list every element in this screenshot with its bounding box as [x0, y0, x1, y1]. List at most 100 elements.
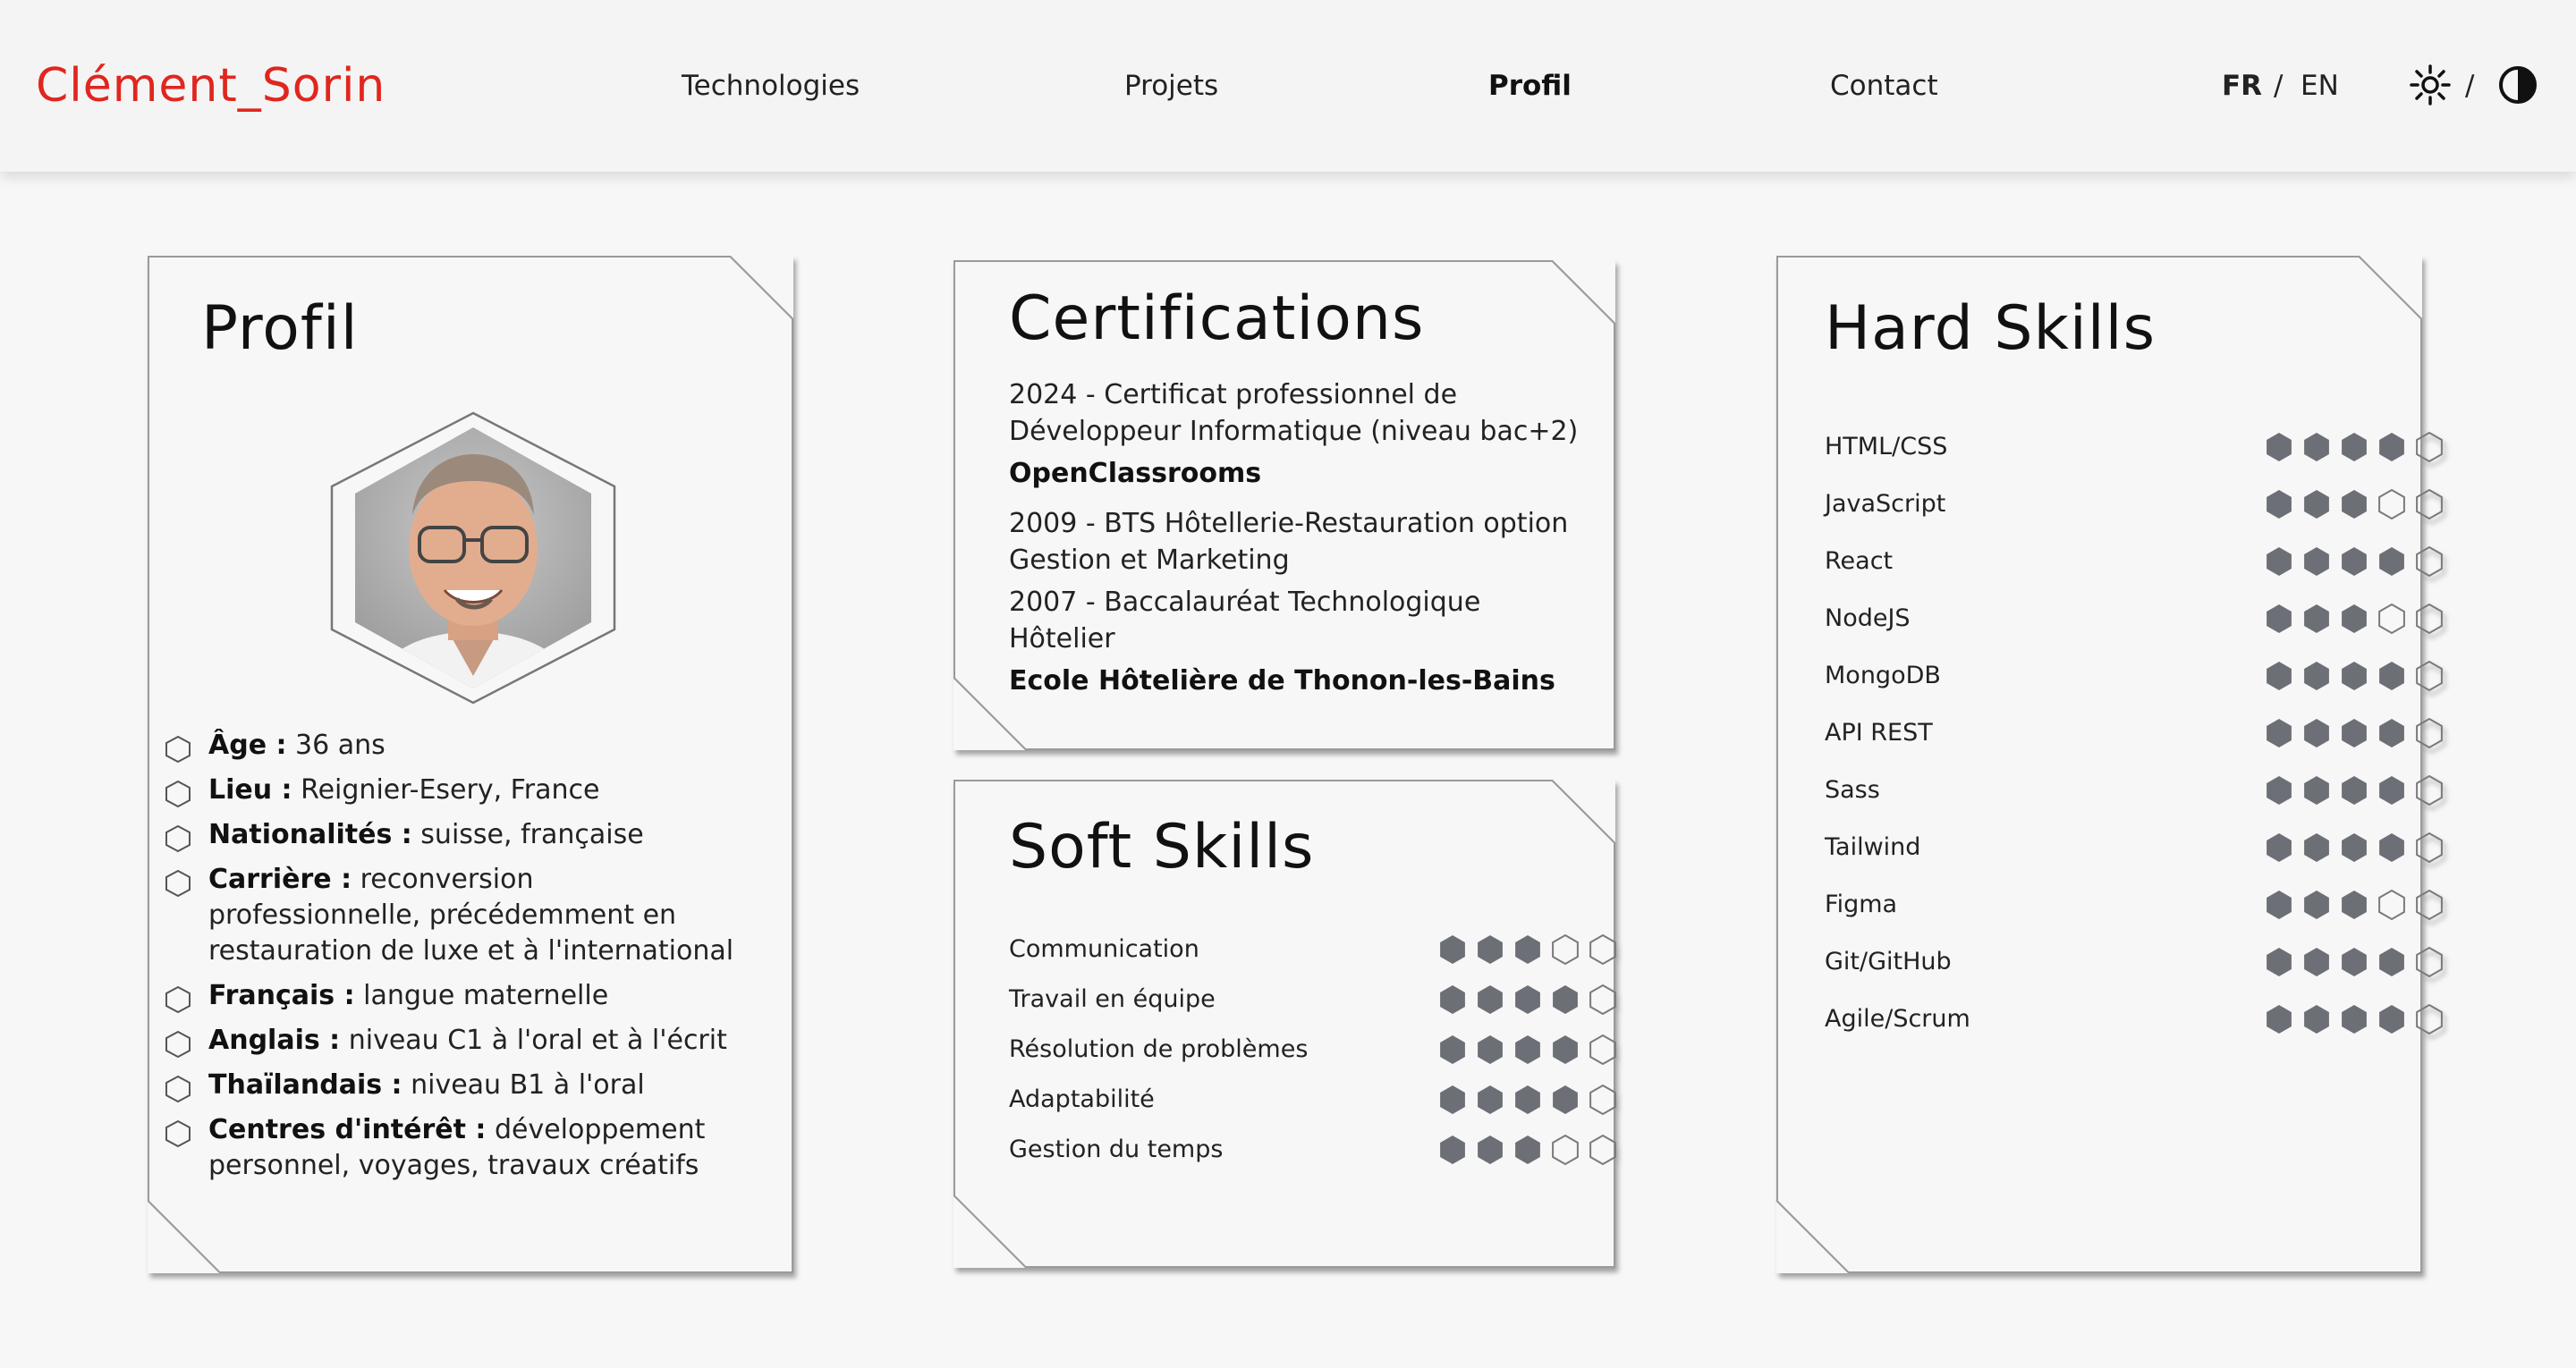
- item-label: Nationalités :: [208, 819, 412, 850]
- rating-dot-empty: [2378, 488, 2405, 520]
- rating-dot-filled: [1478, 935, 1503, 964]
- skill-label: Git/GitHub: [1825, 948, 1952, 975]
- rating-dot-empty: [2378, 889, 2405, 921]
- item-label: Anglais :: [208, 1025, 341, 1056]
- skill-row: Figma: [1825, 887, 2443, 923]
- rating-dot-filled: [2342, 662, 2367, 690]
- rating-dot-filled: [1553, 1035, 1578, 1064]
- item-label: Lieu :: [208, 774, 292, 806]
- rating-dot-empty: [1589, 933, 1616, 966]
- rating-dot-filled: [2379, 776, 2404, 805]
- skill-label: HTML/CSS: [1825, 433, 1948, 460]
- skill-label: Sass: [1825, 776, 1880, 804]
- hexagon-bullet-icon: [165, 1030, 191, 1059]
- skill-label: Figma: [1825, 891, 1898, 918]
- theme-separator: /: [2465, 70, 2475, 102]
- skill-row: API REST: [1825, 715, 2443, 751]
- rating-dot-filled: [2304, 433, 2329, 461]
- skill-label: MongoDB: [1825, 662, 1941, 689]
- nav-contact[interactable]: Contact: [1830, 64, 1938, 107]
- profile-details: Âge : 36 ans Lieu : Reignier-Esery, Fran…: [164, 728, 754, 1193]
- skill-label: Résolution de problèmes: [1009, 1035, 1309, 1063]
- skill-row: MongoDB: [1825, 658, 2443, 694]
- rating-dot-filled: [2304, 719, 2329, 747]
- skill-rating: [2267, 603, 2443, 635]
- skill-label: Gestion du temps: [1009, 1136, 1224, 1163]
- certification-org: OpenClassrooms: [1009, 458, 1262, 489]
- certification-entry: 2007 - Baccalauréat Technologique Hôteli…: [1009, 584, 1555, 699]
- skill-label: React: [1825, 547, 1894, 575]
- rating-dot-filled: [1515, 935, 1540, 964]
- contrast-icon[interactable]: [2497, 64, 2538, 106]
- nav-projets[interactable]: Projets: [1124, 64, 1218, 107]
- lang-separator: /: [2274, 70, 2284, 102]
- list-item: Carrière : reconversion professionnelle,…: [164, 862, 754, 969]
- rating-dot-filled: [2342, 547, 2367, 576]
- rating-dot-empty: [2416, 832, 2443, 864]
- item-value: langue maternelle: [363, 980, 609, 1011]
- skill-row: Git/GitHub: [1825, 944, 2443, 980]
- rating-dot-empty: [2416, 603, 2443, 635]
- skill-label: JavaScript: [1825, 490, 1946, 518]
- rating-dot-filled: [2379, 662, 2404, 690]
- profile-card: Profil Âge: 36 ans Lieu: Reignier-Eser…: [148, 256, 793, 1273]
- item-label: Français :: [208, 980, 355, 1011]
- rating-dot-filled: [2267, 1005, 2292, 1034]
- hexagon-bullet-icon: [165, 735, 191, 764]
- rating-dot-filled: [1478, 985, 1503, 1014]
- rating-dot-filled: [1440, 1085, 1465, 1114]
- rating-dot-filled: [2342, 604, 2367, 633]
- rating-dot-filled: [1440, 1136, 1465, 1164]
- rating-dot-filled: [2267, 433, 2292, 461]
- rating-dot-filled: [2267, 776, 2292, 805]
- skill-rating: [1440, 1084, 1616, 1116]
- rating-dot-filled: [1440, 935, 1465, 964]
- nav-profil[interactable]: Profil: [1488, 64, 1572, 107]
- hexagon-bullet-icon: [165, 1075, 191, 1103]
- skill-rating: [1440, 984, 1616, 1016]
- skill-label: Adaptabilité: [1009, 1085, 1155, 1113]
- skill-rating: [2267, 660, 2443, 692]
- certification-org: Ecole Hôtelière de Thonon-les-Bains: [1009, 665, 1555, 697]
- rating-dot-filled: [1440, 1035, 1465, 1064]
- item-label: Âge :: [208, 730, 287, 761]
- rating-dot-filled: [1440, 985, 1465, 1014]
- item-value: niveau B1 à l'oral: [411, 1069, 645, 1101]
- rating-dot-filled: [1478, 1035, 1503, 1064]
- rating-dot-filled: [2379, 833, 2404, 862]
- skill-rating: [2267, 431, 2443, 463]
- skill-rating: [2267, 774, 2443, 806]
- rating-dot-filled: [2342, 833, 2367, 862]
- rating-dot-filled: [2379, 433, 2404, 461]
- rating-dot-empty: [2416, 488, 2443, 520]
- certification-text: 2009 - BTS Hôtellerie-Restauration optio…: [1009, 508, 1569, 576]
- rating-dot-filled: [2304, 604, 2329, 633]
- lang-fr[interactable]: FR: [2222, 64, 2262, 107]
- lang-en[interactable]: EN: [2301, 64, 2339, 107]
- skill-row: NodeJS: [1825, 601, 2443, 637]
- item-label: Thaïlandais :: [208, 1069, 402, 1101]
- skill-row: Agile/Scrum: [1825, 1001, 2443, 1037]
- skill-label: API REST: [1825, 719, 1933, 747]
- skill-row: React: [1825, 544, 2443, 579]
- list-item: Lieu : Reignier-Esery, France: [164, 773, 754, 808]
- site-logo[interactable]: Clément_Sorin: [36, 57, 386, 114]
- profile-title: Profil: [201, 293, 359, 364]
- skill-row: HTML/CSS: [1825, 429, 2443, 465]
- nav-technologies[interactable]: Technologies: [682, 64, 860, 107]
- rating-dot-filled: [2304, 1005, 2329, 1034]
- hexagon-bullet-icon: [165, 780, 191, 808]
- rating-dot-filled: [2267, 833, 2292, 862]
- item-value: 36 ans: [295, 730, 386, 761]
- rating-dot-filled: [2267, 604, 2292, 633]
- certification-entry: 2009 - BTS Hôtellerie-Restauration optio…: [1009, 505, 1581, 578]
- list-item: Thaïlandais : niveau B1 à l'oral: [164, 1068, 754, 1103]
- list-item: Anglais : niveau C1 à l'oral et à l'écri…: [164, 1023, 754, 1059]
- skill-label: Travail en équipe: [1009, 985, 1216, 1013]
- rating-dot-empty: [2416, 946, 2443, 978]
- sun-icon[interactable]: [2410, 64, 2451, 106]
- rating-dot-empty: [2416, 717, 2443, 749]
- certifications-card: Certifications 2024 - Certificat profess…: [953, 260, 1615, 750]
- skill-row: Travail en équipe: [1009, 982, 1616, 1018]
- rating-dot-filled: [2379, 1005, 2404, 1034]
